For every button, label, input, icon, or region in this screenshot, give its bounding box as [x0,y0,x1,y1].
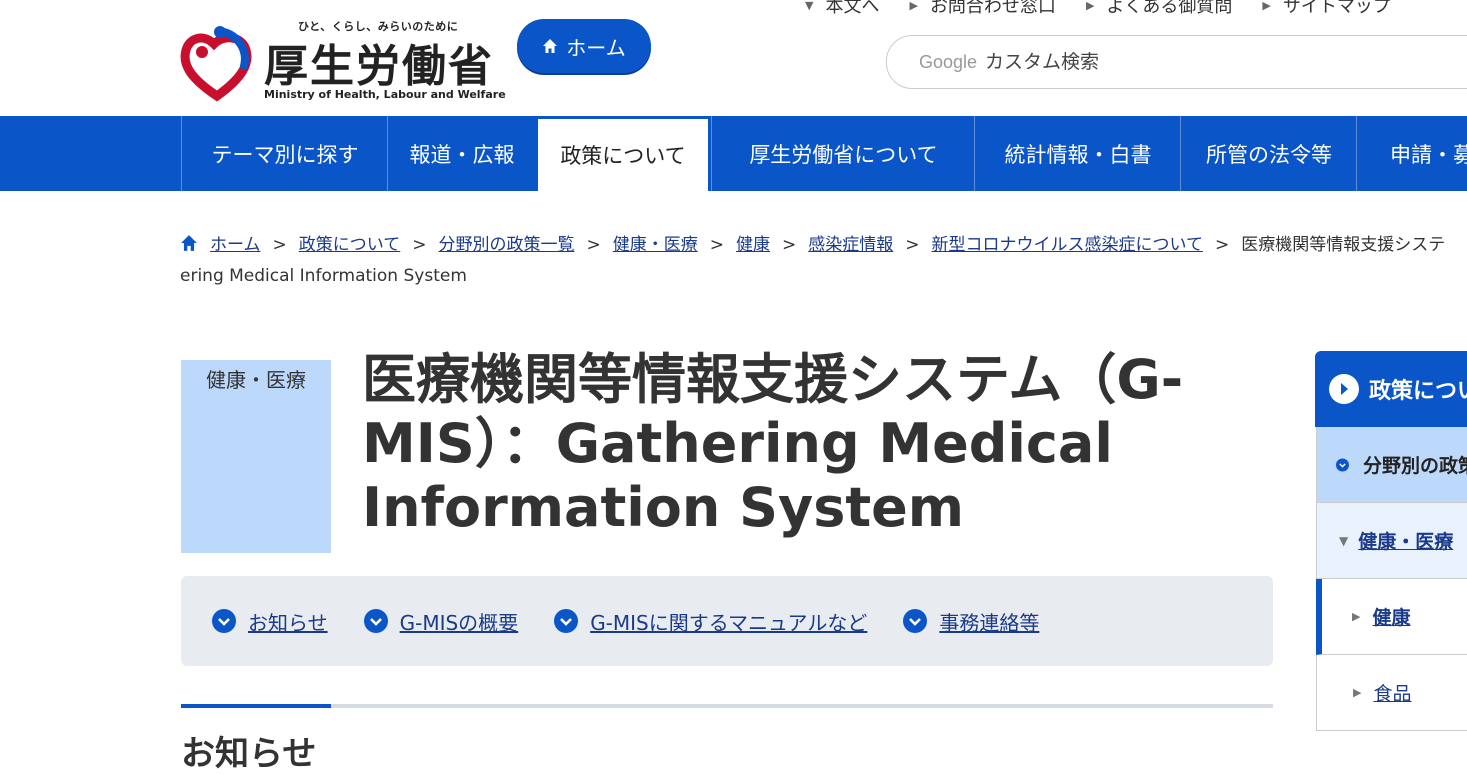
gnav-item-policy[interactable]: 政策について [535,116,711,191]
breadcrumb-separator: > [782,235,797,255]
section-heading-news: お知らせ [181,734,317,774]
side-menu: 政策について 分野別の政策一覧 ▼ 健康・医療 ▶ 健康 ▶ 食品 [1315,351,1467,771]
triangle-right-icon: ▶ [1353,686,1362,699]
side-menu-item-label: 健康・医療 [1358,531,1454,553]
triangle-right-icon: ▶ [1085,0,1095,12]
anchor-link-notices[interactable]: 事務連絡等 [903,607,1039,636]
mhlw-logo[interactable]: ひと、くらし、みらいのために 厚生労働省 Ministry of Health,… [180,14,506,106]
logo-name: 厚生労働省 [264,41,494,92]
util-link-label: よくある御質問 [1106,0,1233,17]
util-link-skip[interactable]: ▼ 本文へ [805,0,879,18]
breadcrumb-link-policy-list[interactable]: 分野別の政策一覧 [439,235,575,255]
chevron-down-circle-icon [554,609,579,633]
search-box: Google [886,35,1467,89]
side-menu-title-label: 政策について [1369,379,1467,404]
page-anchor-links: お知らせ G-MISの概要 G-MISに関するマニュアルなど 事務連絡等 [181,576,1273,666]
google-logo: Google [919,51,978,72]
util-link-label: サイトマップ [1282,0,1391,17]
anchor-link-news[interactable]: お知らせ [212,607,328,636]
breadcrumb-separator: > [412,235,427,255]
breadcrumb-link-infectious[interactable]: 感染症情報 [808,235,893,255]
util-link-sitemap[interactable]: ▶ サイトマップ [1262,0,1390,18]
section-divider [181,704,1273,708]
search-input[interactable] [983,50,1388,74]
util-link-label: 本文へ [825,0,880,17]
side-menu-item-food[interactable]: ▶ 食品 [1316,655,1467,731]
side-menu-title[interactable]: 政策について [1315,351,1467,427]
util-link-label: お問合わせ窓口 [929,0,1056,17]
chevron-right-circle-icon [1329,374,1359,404]
side-menu-item-health[interactable]: ▶ 健康 [1316,579,1467,655]
anchor-link-label: 事務連絡等 [939,610,1040,635]
chevron-down-circle-icon [1336,458,1349,471]
breadcrumb-link-covid[interactable]: 新型コロナウイルス感染症について [932,235,1204,255]
gnav-item-applications[interactable]: 申請・募 [1356,116,1467,191]
section-divider-accent [181,704,331,708]
gnav-item-about[interactable]: 厚生労働省について [711,116,975,191]
triangle-right-icon: ▶ [909,0,918,12]
gnav-item-themes[interactable]: テーマ別に探す [181,116,388,191]
breadcrumb-separator: > [586,235,601,255]
gnav-item-laws[interactable]: 所管の法令等 [1180,116,1357,191]
side-menu-item-health-medical[interactable]: ▼ 健康・医療 [1316,503,1467,579]
side-menu-item-policy-list[interactable]: 分野別の政策一覧 [1316,427,1467,503]
triangle-right-icon: ▶ [1352,610,1361,623]
home-icon [181,235,197,251]
triangle-down-icon: ▼ [805,0,814,12]
anchor-link-label: G-MISの概要 [399,610,519,635]
breadcrumb: ホーム > 政策について > 分野別の政策一覧 > 健康・医療 > 健康 > 感染症情報 > 新型コロナ… [180,230,1467,292]
breadcrumb-separator: > [709,235,724,255]
home-button[interactable]: ホーム [517,19,651,73]
breadcrumb-link-health[interactable]: 健康 [736,235,770,255]
breadcrumb-link-policy[interactable]: 政策について [299,235,401,255]
triangle-right-icon: ▶ [1262,0,1271,12]
utility-links: ▼ 本文へ ▶ お問合わせ窓口 ▶ よくある御質問 ▶ サイトマップ [805,0,1421,18]
gnav-item-statistics[interactable]: 統計情報・白書 [974,116,1181,191]
util-link-contact[interactable]: ▶ お問合わせ窓口 [909,0,1055,18]
breadcrumb-separator: > [1215,235,1230,255]
anchor-link-label: G-MISに関するマニュアルなど [590,610,868,635]
anchor-link-overview[interactable]: G-MISの概要 [363,607,519,636]
gnav-item-press[interactable]: 報道・広報 [387,116,536,191]
global-nav: テーマ別に探す 報道・広報 政策について 厚生労働省について 統計情報・白書 所… [0,116,1467,191]
page-title: 医療機関等情報支援システム（G-MIS）：Gathering Medical I… [362,348,1184,539]
home-icon [543,39,558,53]
breadcrumb-current: 医療機関等情報支援システ [1241,235,1446,255]
chevron-down-circle-icon [363,609,388,633]
side-menu-item-label: 健康 [1372,607,1411,629]
anchor-link-label: お知らせ [248,610,328,635]
breadcrumb-separator: > [905,235,920,255]
home-button-label: ホーム [566,35,626,60]
breadcrumb-separator: > [272,235,287,255]
mhlw-emblem-icon [180,26,252,102]
logo-english-name: Ministry of Health, Labour and Welfare [264,88,506,101]
breadcrumb-link-home[interactable]: ホーム [210,235,261,255]
breadcrumb-link-health-medical[interactable]: 健康・医療 [613,235,698,255]
chevron-down-circle-icon [212,609,236,633]
breadcrumb-current-continued: ering Medical Information System [180,266,467,286]
anchor-link-manuals[interactable]: G-MISに関するマニュアルなど [554,607,867,636]
side-menu-item-label: 食品 [1373,683,1412,705]
side-menu-item-label: 分野別の政策一覧 [1362,455,1467,477]
util-link-faq[interactable]: ▶ よくある御質問 [1086,0,1232,18]
chevron-down-circle-icon [903,609,928,633]
category-badge: 健康・医療 [181,360,331,553]
triangle-down-icon: ▼ [1339,533,1349,548]
